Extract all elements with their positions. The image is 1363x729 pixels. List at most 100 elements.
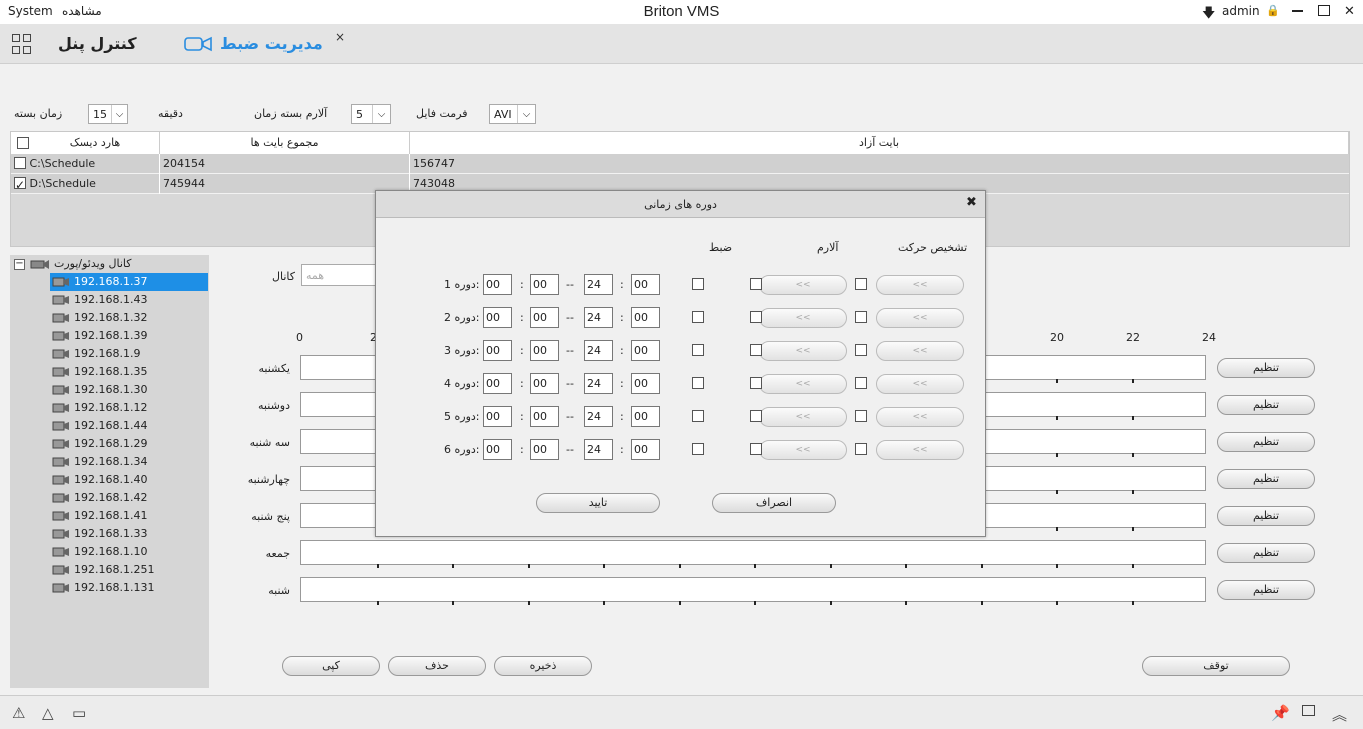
pin-icon[interactable]: 📌 <box>1271 704 1290 722</box>
alarm-expand-button[interactable]: << <box>759 407 847 427</box>
record-checkbox[interactable] <box>692 410 704 422</box>
start-hour-input[interactable]: 00 <box>483 406 512 427</box>
motion-checkbox[interactable] <box>855 377 867 389</box>
start-hour-input[interactable]: 00 <box>483 340 512 361</box>
save-button[interactable]: ذخیره <box>494 656 592 676</box>
alarm-checkbox[interactable] <box>750 278 762 290</box>
tree-item-channel[interactable]: 192.168.1.12 <box>50 399 208 417</box>
set-day-button[interactable]: تنظیم <box>1217 395 1315 415</box>
motion-checkbox[interactable] <box>855 344 867 356</box>
tab-close-icon[interactable]: × <box>335 30 345 44</box>
start-minute-input[interactable]: 00 <box>530 274 559 295</box>
cancel-button[interactable]: انصراف <box>712 493 836 513</box>
motion-expand-button[interactable]: << <box>876 341 964 361</box>
end-minute-input[interactable]: 00 <box>631 406 660 427</box>
user-name[interactable]: admin <box>1222 4 1260 18</box>
motion-expand-button[interactable]: << <box>876 308 964 328</box>
motion-checkbox[interactable] <box>855 443 867 455</box>
tree-item-channel[interactable]: 192.168.1.34 <box>50 453 208 471</box>
stop-button[interactable]: توقف <box>1142 656 1290 676</box>
record-checkbox[interactable] <box>692 344 704 356</box>
delete-button[interactable]: حذف <box>388 656 486 676</box>
motion-checkbox[interactable] <box>855 410 867 422</box>
tree-item-channel[interactable]: 192.168.1.131 <box>50 579 208 597</box>
motion-expand-button[interactable]: << <box>876 374 964 394</box>
end-minute-input[interactable]: 00 <box>631 340 660 361</box>
tree-item-channel[interactable]: 192.168.1.32 <box>50 309 208 327</box>
file-format-select[interactable]: AVI ⌵ <box>489 104 536 124</box>
alarm-checkbox[interactable] <box>750 377 762 389</box>
tree-item-channel[interactable]: 192.168.1.43 <box>50 291 208 309</box>
day-schedule-bar[interactable] <box>300 540 1206 568</box>
set-day-button[interactable]: تنظیم <box>1217 506 1315 526</box>
alarm-checkbox[interactable] <box>750 311 762 323</box>
tree-item-channel[interactable]: 192.168.1.29 <box>50 435 208 453</box>
end-hour-input[interactable]: 24 <box>584 373 613 394</box>
tree-item-channel[interactable]: 192.168.1.35 <box>50 363 208 381</box>
alarm-expand-button[interactable]: << <box>759 440 847 460</box>
end-hour-input[interactable]: 24 <box>584 274 613 295</box>
tree-item-channel[interactable]: 192.168.1.10 <box>50 543 208 561</box>
start-minute-input[interactable]: 00 <box>530 307 559 328</box>
end-minute-input[interactable]: 00 <box>631 274 660 295</box>
set-day-button[interactable]: تنظیم <box>1217 432 1315 452</box>
alarm-mute-icon[interactable]: △ <box>42 704 54 722</box>
set-day-button[interactable]: تنظیم <box>1217 358 1315 378</box>
alarm-expand-button[interactable]: << <box>759 374 847 394</box>
download-icon[interactable]: 🡇 <box>1202 4 1215 26</box>
start-hour-input[interactable]: 00 <box>483 373 512 394</box>
tree-item-channel[interactable]: 192.168.1.9 <box>50 345 208 363</box>
alarm-checkbox[interactable] <box>750 344 762 356</box>
pack-time-select[interactable]: 15 ⌵ <box>88 104 128 124</box>
end-minute-input[interactable]: 00 <box>631 307 660 328</box>
close-window-icon[interactable]: ✕ <box>1344 4 1355 19</box>
tree-item-channel[interactable]: 192.168.1.42 <box>50 489 208 507</box>
tab-control-panel[interactable]: کنترل پنل <box>58 34 137 53</box>
confirm-button[interactable]: تایید <box>536 493 660 513</box>
end-hour-input[interactable]: 24 <box>584 406 613 427</box>
chevron-up-icon[interactable]: ︽ <box>1332 704 1347 725</box>
record-checkbox[interactable] <box>692 311 704 323</box>
alarm-expand-button[interactable]: << <box>759 275 847 295</box>
window-icon[interactable] <box>1302 705 1315 716</box>
alarm-duration-select[interactable]: 5 ⌵ <box>351 104 391 124</box>
motion-expand-button[interactable]: << <box>876 407 964 427</box>
tree-item-channel[interactable]: 192.168.1.39 <box>50 327 208 345</box>
channel-filter-input[interactable]: همه <box>301 264 381 286</box>
table-row[interactable]: C:\Schedule 204154 156747 <box>11 154 1349 174</box>
tree-item-channel[interactable]: 192.168.1.44 <box>50 417 208 435</box>
motion-expand-button[interactable]: << <box>876 275 964 295</box>
row-checkbox[interactable] <box>14 175 26 195</box>
record-checkbox[interactable] <box>692 443 704 455</box>
restore-icon[interactable] <box>1318 5 1330 16</box>
select-all-checkbox[interactable] <box>17 137 29 149</box>
tree-item-channel[interactable]: 192.168.1.30 <box>50 381 208 399</box>
start-minute-input[interactable]: 00 <box>530 373 559 394</box>
start-hour-input[interactable]: 00 <box>483 439 512 460</box>
grid-icon[interactable] <box>12 34 32 54</box>
tree-item-channel[interactable]: 192.168.1.251 <box>50 561 208 579</box>
motion-expand-button[interactable]: << <box>876 440 964 460</box>
start-hour-input[interactable]: 00 <box>483 307 512 328</box>
set-day-button[interactable]: تنظیم <box>1217 469 1315 489</box>
record-checkbox[interactable] <box>692 377 704 389</box>
end-hour-input[interactable]: 24 <box>584 307 613 328</box>
start-minute-input[interactable]: 00 <box>530 406 559 427</box>
start-minute-input[interactable]: 00 <box>530 340 559 361</box>
tree-root-label[interactable]: کانال ویدئو/پورت <box>54 257 132 270</box>
lock-icon[interactable]: 🔒 <box>1266 4 1280 17</box>
record-error-icon[interactable]: ▭ <box>72 704 86 722</box>
copy-button[interactable]: کپی <box>282 656 380 676</box>
collapse-toggle[interactable]: − <box>14 259 25 270</box>
tree-item-channel[interactable]: 192.168.1.37 <box>50 273 208 291</box>
row-checkbox[interactable] <box>14 157 26 169</box>
record-checkbox[interactable] <box>692 278 704 290</box>
dialog-close-icon[interactable]: ✖ <box>966 195 977 210</box>
alarm-expand-button[interactable]: << <box>759 308 847 328</box>
alarm-light-icon[interactable]: ⚠ <box>12 704 25 722</box>
alarm-checkbox[interactable] <box>750 410 762 422</box>
tree-item-channel[interactable]: 192.168.1.40 <box>50 471 208 489</box>
tree-item-channel[interactable]: 192.168.1.41 <box>50 507 208 525</box>
day-schedule-bar[interactable] <box>300 577 1206 605</box>
set-day-button[interactable]: تنظیم <box>1217 543 1315 563</box>
